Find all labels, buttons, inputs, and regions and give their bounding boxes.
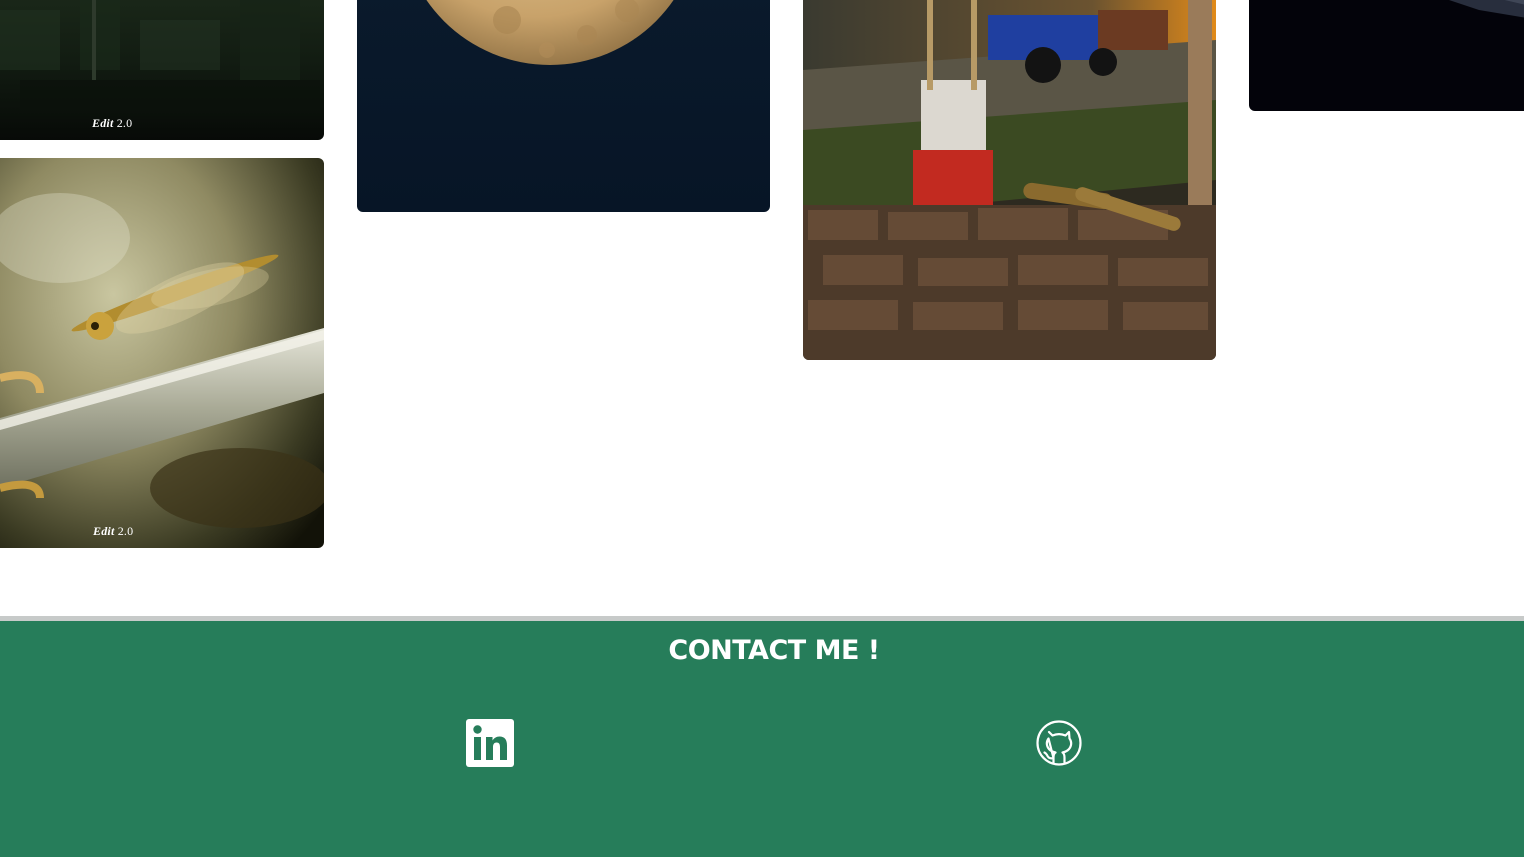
dark-sky-image [1249, 0, 1524, 111]
photo-gallery: Edit 2.0 Edit 2.0 [0, 0, 1524, 616]
moon-image [357, 0, 770, 212]
photo-street-tractor[interactable] [803, 0, 1216, 360]
contact-footer: CONTACT ME ! [0, 616, 1524, 857]
linkedin-link[interactable] [466, 719, 514, 767]
forest-image [0, 0, 324, 140]
github-link[interactable] [1035, 719, 1083, 767]
photo-dragonfly[interactable]: Edit 2.0 [0, 158, 324, 548]
photo-dark-sky[interactable] [1249, 0, 1524, 111]
contact-heading: CONTACT ME ! [668, 635, 880, 666]
photo-watermark: Edit 2.0 [93, 524, 134, 538]
github-icon [1036, 720, 1082, 766]
photo-forest[interactable]: Edit 2.0 [0, 0, 324, 140]
photo-watermark: Edit 2.0 [92, 116, 133, 130]
linkedin-icon [466, 719, 514, 767]
dragonfly-image [0, 158, 324, 548]
street-image [803, 0, 1216, 360]
photo-moon[interactable] [357, 0, 770, 212]
